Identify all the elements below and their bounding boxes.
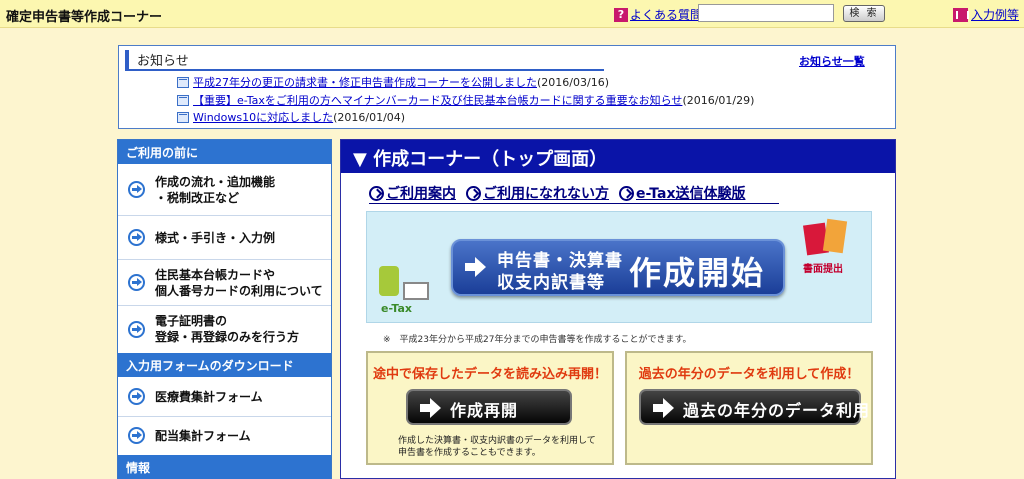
top-bar: 確定申告書等作成コーナー ? よくある質問 検 索 入力例等 [0, 0, 1024, 28]
arrow-right-circle-icon [128, 388, 145, 405]
etax-mascot-body [379, 266, 399, 296]
arrow-right-circle-icon [128, 274, 145, 291]
sidebar-section-heading: ご利用の前に [118, 140, 331, 164]
news-item: 【重要】e-Taxをご利用の方へマイナンバーカード及び住民基本台帳カードに関する… [177, 92, 754, 108]
sidebar-item-label: 様式・手引き・入力例 [155, 230, 276, 245]
unavailable-users-link-group[interactable]: ご利用になれない方 [466, 183, 609, 203]
arrow-right-icon [420, 398, 441, 418]
document-icon [177, 76, 189, 88]
news-heading-underline [125, 69, 604, 71]
past-data-panel: 過去の年分のデータを利用して作成！ 過去の年分のデータ利用 [625, 351, 873, 465]
arrow-right-circle-icon [128, 427, 145, 444]
main-panel: ▼ 作成コーナー（トップ画面） ご利用案内 ご利用になれない方 e-Tax送信体… [340, 139, 896, 479]
sidebar-item-label: 作成の流れ・追加機能 ・税制改正など [155, 174, 275, 206]
sidebar-item-label-line1: 住民基本台帳カードや [155, 267, 276, 282]
main-heading: ▼ 作成コーナー（トップ画面） [341, 140, 895, 173]
etax-trial-link[interactable]: e-Tax送信体験版 [636, 183, 745, 203]
start-panel: e-Tax 申告書・決算書 収支内訳書等 作成開始 書面提出 [366, 211, 872, 323]
app-title: 確定申告書等作成コーナー [6, 10, 163, 25]
guide-links: ご利用案内 ご利用になれない方 e-Tax送信体験版 [369, 183, 755, 203]
document-icon [177, 111, 189, 123]
news-item: 平成27年分の更正の請求書・修正申告書作成コーナーを公開しました (2016/0… [177, 74, 609, 90]
chevron-right-circle-icon [369, 185, 384, 201]
news-item-link[interactable]: 平成27年分の更正の請求書・修正申告書作成コーナーを公開しました [193, 74, 537, 90]
etax-trial-link-group[interactable]: e-Tax送信体験版 [619, 183, 745, 203]
resume-description: 作成した決算書・収支内訳書のデータを利用して 申告書を作成することもできます。 [398, 435, 596, 459]
sidebar-item-label-line2: 登録・再登録のみを行う方 [155, 330, 300, 344]
sidebar-item-label-line1: 電子証明書の [155, 314, 228, 328]
document-icon [177, 94, 189, 106]
faq-link[interactable]: よくある質問 [630, 6, 702, 23]
sidebar-item-label: 医療費集計フォーム [155, 389, 263, 404]
news-item: Windows10に対応しました (2016/01/04) [177, 109, 405, 125]
question-icon: ? [614, 7, 628, 22]
laptop-icon [403, 282, 429, 300]
chevron-right-circle-icon [619, 185, 634, 201]
arrow-right-circle-icon [128, 181, 145, 198]
sidebar-item-dividend-form[interactable]: 配当集計フォーム [118, 417, 331, 454]
envelope-icon [822, 218, 848, 254]
arrow-right-circle-icon [128, 229, 145, 246]
resume-panel: 途中で保存したデータを読み込み再開！ 作成再開 作成した決算書・収支内訳書のデー… [366, 351, 614, 465]
start-button-subtitle-2: 収支内訳書等 [497, 273, 605, 293]
input-example-link-group[interactable]: 入力例等 [953, 6, 1019, 23]
past-data-button-label: 過去の年分のデータ利用 [683, 401, 871, 420]
arrow-right-icon [653, 398, 674, 418]
news-item-link[interactable]: 【重要】e-Taxをご利用の方へマイナンバーカード及び住民基本台帳カードに関する… [193, 92, 682, 108]
news-heading: お知らせ [125, 50, 189, 69]
news-item-date: (2016/03/16) [537, 75, 609, 89]
start-creation-button[interactable]: 申告書・決算書 収支内訳書等 作成開始 [451, 239, 785, 296]
year-range-note: ※ 平成23年分から平成27年分までの申告書等を作成することができます。 [383, 335, 692, 345]
sidebar-item-label: 住民基本台帳カードや 個人番号カードの利用について [155, 267, 323, 299]
resume-title: 途中で保存したデータを読み込み再開！ [372, 367, 607, 382]
faq-link-group[interactable]: ? よくある質問 [614, 6, 702, 23]
past-data-title: 過去の年分のデータを利用して作成！ [638, 367, 860, 382]
arrow-right-circle-icon [128, 320, 145, 338]
sidebar: ご利用の前に 作成の流れ・追加機能 ・税制改正など 様式・手引き・入力例 住民基… [117, 139, 332, 479]
resume-button-label: 作成再開 [450, 401, 519, 420]
sidebar-item-label-line2: 個人番号カードの利用について [155, 283, 323, 298]
news-item-link[interactable]: Windows10に対応しました [193, 109, 333, 125]
start-button-label: 作成開始 [629, 254, 766, 292]
news-box: お知らせ お知らせ一覧 平成27年分の更正の請求書・修正申告書作成コーナーを公開… [118, 45, 896, 129]
sidebar-section-heading: 入力用フォームのダウンロード [118, 353, 331, 377]
book-icon [953, 7, 969, 22]
news-item-date: (2016/01/04) [333, 110, 406, 124]
sidebar-item-flow[interactable]: 作成の流れ・追加機能 ・税制改正など [118, 164, 331, 216]
search-input[interactable] [698, 4, 834, 22]
resume-description-line1: 作成した決算書・収支内訳書のデータを利用して [398, 436, 596, 446]
past-data-button[interactable]: 過去の年分のデータ利用 [639, 389, 869, 425]
etax-label: e-Tax [381, 302, 413, 315]
sidebar-item-label-line1: 作成の流れ・追加機能 [155, 174, 276, 189]
sidebar-item-label: 配当集計フォーム [155, 428, 251, 443]
resume-button[interactable]: 作成再開 [406, 389, 572, 425]
input-example-link[interactable]: 入力例等 [971, 6, 1019, 23]
sidebar-item-label: 電子証明書の 登録・再登録のみを行う方 [155, 313, 299, 345]
sidebar-item-forms[interactable]: 様式・手引き・入力例 [118, 216, 331, 260]
news-all-link[interactable]: お知らせ一覧 [799, 53, 865, 69]
chevron-right-circle-icon [466, 185, 481, 201]
resume-description-line2: 申告書を作成することもできます。 [398, 448, 541, 458]
arrow-right-icon [465, 257, 486, 277]
sidebar-item-medical-form[interactable]: 医療費集計フォーム [118, 377, 331, 417]
news-item-date: (2016/01/29) [682, 93, 755, 107]
sidebar-item-label-line2: ・税制改正など [155, 190, 240, 205]
usage-guide-link[interactable]: ご利用案内 [386, 183, 456, 203]
unavailable-users-link[interactable]: ご利用になれない方 [483, 183, 609, 203]
sidebar-section-heading: 情報 [118, 455, 331, 479]
search-button[interactable]: 検 索 [843, 5, 885, 22]
links-underline [369, 203, 779, 204]
paper-submission-illustration: 書面提出 [801, 216, 861, 278]
paper-submission-label: 書面提出 [803, 264, 843, 275]
etax-mascot: e-Tax [375, 262, 433, 318]
sidebar-item-certificate[interactable]: 電子証明書の 登録・再登録のみを行う方 [118, 306, 331, 352]
usage-guide-link-group[interactable]: ご利用案内 [369, 183, 456, 203]
sidebar-item-cards[interactable]: 住民基本台帳カードや 個人番号カードの利用について [118, 260, 331, 306]
